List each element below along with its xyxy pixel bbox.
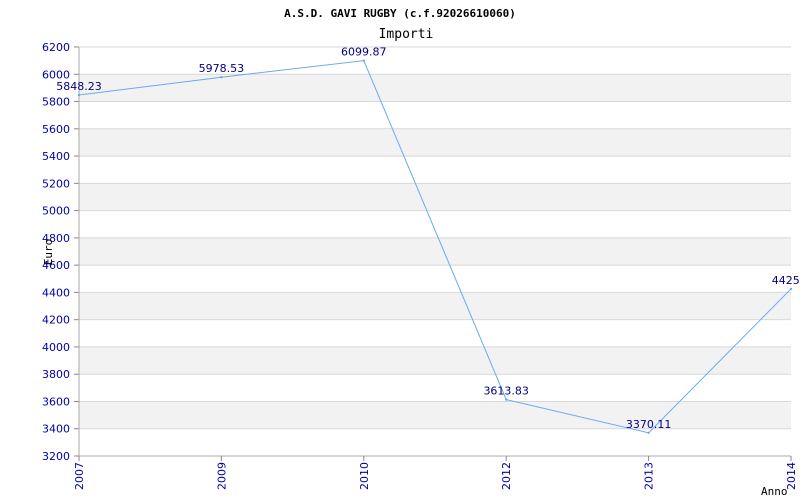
data-label: 3613.83 xyxy=(483,385,529,398)
data-label: 5978.53 xyxy=(199,62,245,75)
y-tick-label: 5200 xyxy=(42,177,70,190)
y-tick-label: 5000 xyxy=(42,205,70,218)
plot-bands xyxy=(79,74,791,429)
data-point xyxy=(77,93,81,97)
data-label: 5848.23 xyxy=(56,80,102,93)
x-tick-label: 2013 xyxy=(643,462,656,490)
data-point xyxy=(789,287,793,291)
grid-band xyxy=(79,74,791,102)
grid-band xyxy=(79,183,791,211)
y-tick-label: 3200 xyxy=(42,450,70,463)
data-point xyxy=(647,431,650,435)
x-tick-labels: 2007 2009 2010 2012 2013 2014 xyxy=(73,462,798,490)
y-tick-label: 5600 xyxy=(42,123,70,136)
grid-band xyxy=(79,401,791,429)
chart-subtitle: Importi xyxy=(379,27,434,42)
data-point xyxy=(505,398,508,401)
grid-band xyxy=(79,346,791,375)
y-tick-label: 5400 xyxy=(42,150,70,163)
line-chart: 3200340036003800400042004400460048005000… xyxy=(42,7,800,498)
x-tick-label: 2010 xyxy=(358,462,371,490)
x-tick-label: 2007 xyxy=(73,462,86,490)
y-tick-label: 4400 xyxy=(42,286,70,299)
y-tick-label: 3800 xyxy=(42,368,70,381)
y-tick-label: 5800 xyxy=(42,96,70,109)
y-tick-label: 4000 xyxy=(42,341,70,354)
y-tick-label: 3600 xyxy=(42,395,70,408)
grid-band xyxy=(79,292,791,320)
data-point xyxy=(362,59,365,62)
x-axis-label: Anno xyxy=(761,485,788,498)
y-axis-label: Euro xyxy=(42,239,55,266)
x-tick-label: 2009 xyxy=(215,462,228,490)
y-tick-label: 4200 xyxy=(42,314,70,327)
grid-band xyxy=(79,237,791,266)
data-point xyxy=(220,75,223,79)
y-tick-label: 3400 xyxy=(42,423,70,436)
grid-band xyxy=(79,128,791,157)
y-tick-label: 6200 xyxy=(42,41,70,54)
data-label: 6099.87 xyxy=(341,46,387,59)
data-label: 3370.11 xyxy=(626,418,672,431)
chart-title: A.S.D. GAVI RUGBY (c.f.92026610060) xyxy=(284,7,516,20)
data-label: 4425.5 xyxy=(772,274,800,287)
x-tick-label: 2012 xyxy=(500,462,513,490)
